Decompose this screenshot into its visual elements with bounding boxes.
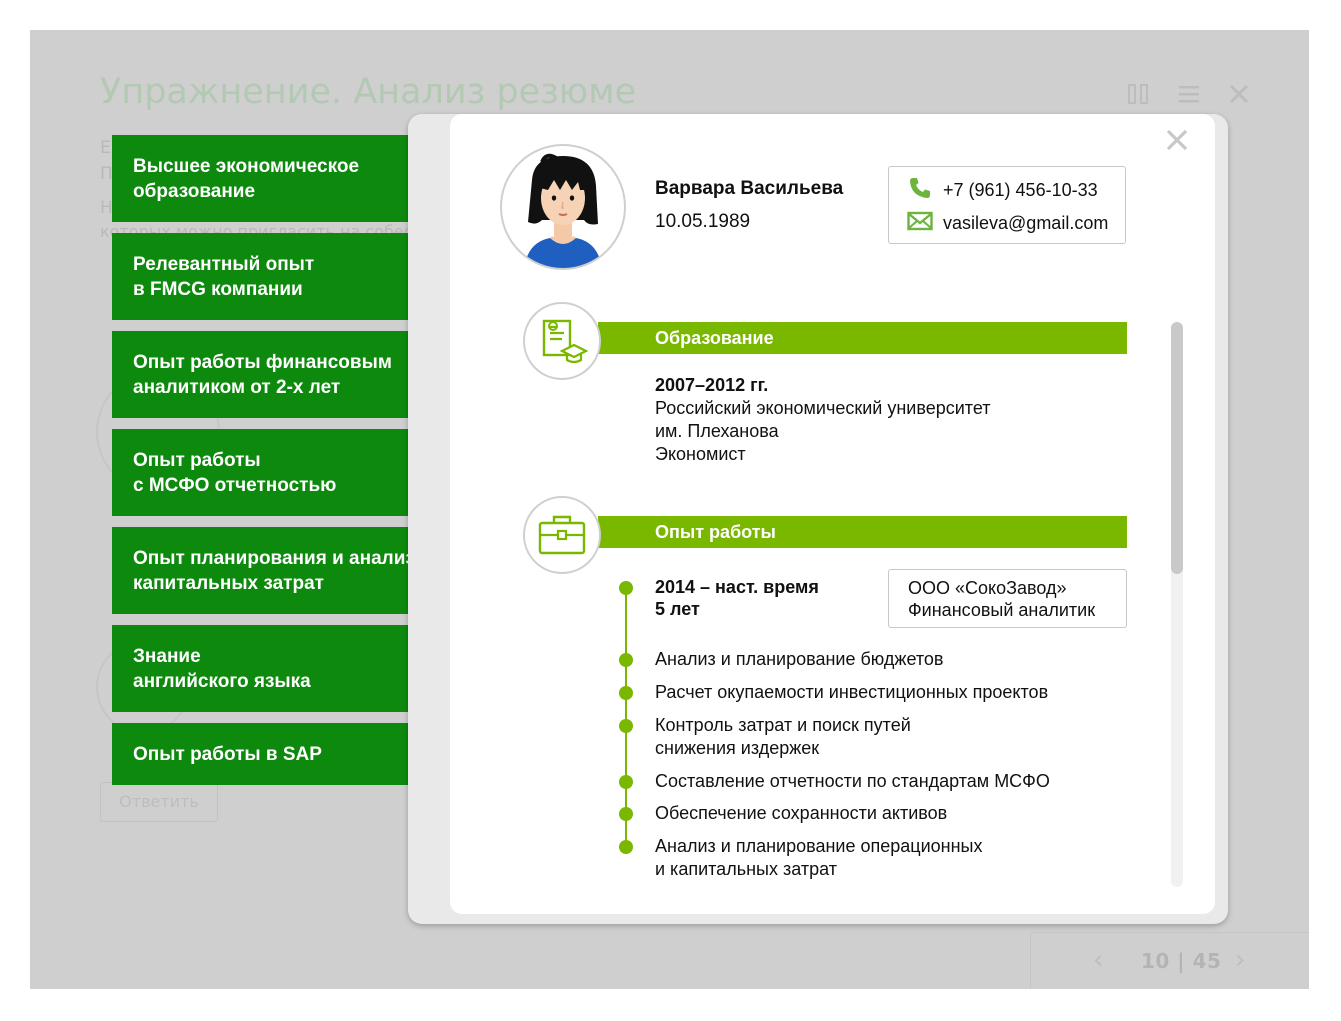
criterion-card-label: Опыт работы финансовым: [133, 351, 392, 373]
criterion-card[interactable]: Опыт работы финансовым аналитиком от 2-х …: [112, 331, 450, 418]
education-line: Экономист: [655, 444, 746, 464]
briefcase-icon: [523, 496, 601, 574]
mail-icon: [907, 211, 933, 235]
phone-number: +7 (961) 456-10-33: [943, 179, 1098, 200]
background-text-fragment: Е: [100, 138, 111, 158]
criterion-card[interactable]: Опыт планирования и анализа капитальных з…: [112, 527, 450, 614]
candidate-name: Варвара Васильева: [655, 178, 844, 199]
email-address: vasileva@gmail.com: [943, 212, 1109, 233]
criterion-card[interactable]: Опыт работы с МСФО отчетностью: [112, 429, 450, 516]
background-text-fragment: П: [100, 164, 113, 184]
close-icon[interactable]: [1163, 128, 1191, 156]
education-line: Российский экономический университет: [655, 398, 991, 418]
experience-heading: Опыт работы: [598, 516, 1127, 548]
duty-item: Контроль затрат и поиск путей: [655, 715, 911, 735]
company-box: ООО «СокоЗавод» Финансовый аналитик: [888, 569, 1127, 628]
background-text-fragment: Н: [100, 198, 113, 218]
criterion-card[interactable]: Опыт работы в SAP: [112, 723, 450, 785]
criterion-card-label: Опыт планирования и анализа: [133, 547, 426, 569]
job-position: Финансовый аналитик: [908, 600, 1096, 620]
criterion-card-label: капитальных затрат: [133, 572, 324, 594]
timeline-dot: [619, 581, 633, 595]
education-line: им. Плеханова: [655, 421, 779, 441]
timeline-dot: [619, 653, 633, 667]
experience-period: 2014 – наст. время: [655, 577, 819, 597]
duty-item: и капитальных затрат: [655, 859, 837, 879]
education-period: 2007–2012 гг.: [655, 375, 769, 395]
scrollbar-thumb[interactable]: [1171, 322, 1183, 574]
duty-item: Обеспечение сохранности активов: [655, 803, 948, 823]
criterion-card-label: образование: [133, 180, 256, 202]
duty-item: Анализ и планирование операционных: [655, 836, 983, 856]
duty-item: Анализ и планирование бюджетов: [655, 649, 944, 669]
criterion-card-label: Знание: [133, 645, 201, 667]
prev-arrow-icon[interactable]: ‹: [1093, 945, 1103, 975]
criterion-card[interactable]: Релевантный опыт в FMCG компании: [112, 233, 450, 320]
criterion-card-label: аналитиком от 2-х лет: [133, 376, 341, 398]
company-name: ООО «СокоЗавод»: [908, 578, 1067, 598]
duty-item: Расчет окупаемости инвестиционных проект…: [655, 682, 1049, 702]
grid-icon[interactable]: [1126, 82, 1152, 108]
criterion-card-label: в FMCG компании: [133, 278, 303, 300]
criterion-card-label: с МСФО отчетностью: [133, 474, 337, 496]
page-title: Упражнение. Анализ резюме: [100, 72, 637, 112]
timeline-dot: [619, 686, 633, 700]
criterion-card-label: Опыт работы в SAP: [133, 743, 322, 765]
next-arrow-icon[interactable]: ›: [1235, 945, 1245, 975]
email-row: vasileva@gmail.com: [907, 210, 1108, 236]
phone-icon: [907, 176, 933, 204]
timeline-dot: [619, 807, 633, 821]
criterion-card-label: Высшее экономическое: [133, 155, 360, 177]
experience-duration: 5 лет: [655, 599, 700, 619]
menu-icon[interactable]: [1176, 82, 1202, 108]
education-heading: Образование: [598, 322, 1127, 354]
answer-button[interactable]: Ответить: [100, 782, 218, 822]
criterion-card[interactable]: Знание английского языка: [112, 625, 450, 712]
criterion-card-label: английского языка: [133, 670, 311, 692]
timeline-dot: [619, 840, 633, 854]
duty-item: Составление отчетности по стандартам МСФ…: [655, 771, 1050, 791]
criterion-card-label: Опыт работы: [133, 449, 261, 471]
close-page-icon[interactable]: [1226, 82, 1252, 108]
candidate-birth-date: 10.05.1989: [655, 211, 751, 232]
criterion-card-label: Релевантный опыт: [133, 253, 315, 275]
criterion-card[interactable]: Высшее экономическое образование: [112, 135, 450, 222]
contact-box: +7 (961) 456-10-33 vasileva@gmail.com: [888, 166, 1126, 244]
education-icon: [523, 302, 601, 380]
timeline-dot: [619, 719, 633, 733]
avatar: [500, 144, 626, 270]
pager: ‹ 10 | 45 ›: [1030, 932, 1309, 989]
pager-counter: 10 | 45: [1141, 949, 1222, 973]
duty-item: снижения издержек: [655, 738, 820, 758]
phone-row: +7 (961) 456-10-33: [907, 177, 1098, 203]
timeline-dot: [619, 775, 633, 789]
